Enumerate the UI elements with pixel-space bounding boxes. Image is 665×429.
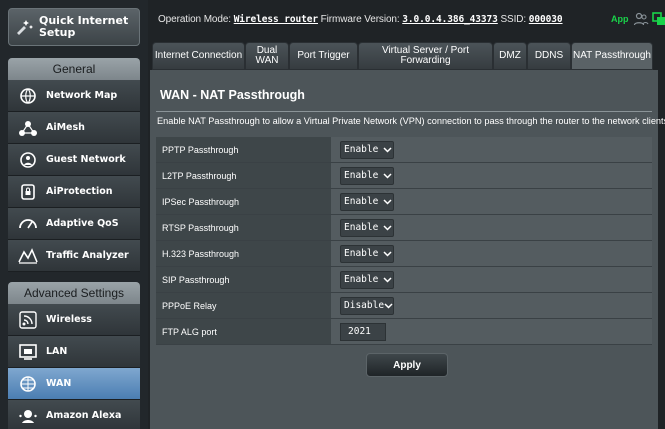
ipsec-passthrough-select[interactable]: Enable bbox=[340, 192, 394, 211]
traffic-analyzer-icon bbox=[16, 244, 40, 268]
sidebar-item-label: Network Map bbox=[46, 90, 118, 101]
sidebar-item-label: LAN bbox=[46, 346, 68, 357]
row-label: FTP ALG port bbox=[156, 319, 331, 344]
tab-dmz[interactable]: DMZ bbox=[493, 42, 527, 70]
quick-setup-label: Quick Internet Setup bbox=[39, 14, 129, 39]
page-description: Enable NAT Passthrough to allow a Virtua… bbox=[157, 116, 665, 126]
tab-internet-connection[interactable]: Internet Connection bbox=[152, 42, 245, 70]
pptp-passthrough-select[interactable]: Enable bbox=[340, 140, 394, 159]
select-value: Enable bbox=[344, 222, 379, 233]
operation-mode-label: Operation Mode: bbox=[158, 14, 231, 25]
sidebar-item-wan[interactable]: WAN bbox=[8, 368, 140, 400]
sip-passthrough-select[interactable]: Enable bbox=[340, 270, 394, 289]
chevron-down-icon bbox=[381, 276, 393, 283]
select-value: Enable bbox=[344, 274, 379, 285]
table-row: RTSP Passthrough Enable bbox=[156, 215, 652, 241]
rtsp-passthrough-select[interactable]: Enable bbox=[340, 218, 394, 237]
table-row: IPSec Passthrough Enable bbox=[156, 189, 652, 215]
chevron-down-icon bbox=[381, 172, 393, 179]
table-row: PPPoE Relay Disable bbox=[156, 293, 652, 319]
tab-virtual-server[interactable]: Virtual Server / Port Forwarding bbox=[358, 42, 493, 70]
ssid-label: SSID: bbox=[500, 14, 527, 25]
sidebar-item-label: WAN bbox=[46, 378, 72, 389]
chevron-down-icon bbox=[381, 146, 393, 153]
ftp-alg-port-input[interactable]: 2021 bbox=[340, 322, 386, 341]
lan-icon bbox=[16, 340, 40, 364]
table-row: FTP ALG port 2021 bbox=[156, 319, 652, 345]
users-icon[interactable] bbox=[633, 11, 649, 27]
sidebar-item-guest-network[interactable]: Guest Network bbox=[8, 144, 140, 176]
sidebar-item-traffic-analyzer[interactable]: Traffic Analyzer bbox=[8, 240, 140, 272]
quick-setup-icon bbox=[13, 12, 37, 42]
table-row: H.323 Passthrough Enable bbox=[156, 241, 652, 267]
operation-mode-link[interactable]: Wireless router bbox=[234, 14, 318, 25]
table-row: SIP Passthrough Enable bbox=[156, 267, 652, 293]
select-value: Enable bbox=[344, 196, 379, 207]
sidebar-item-network-map[interactable]: Network Map bbox=[8, 80, 140, 112]
settings-table: PPTP Passthrough Enable L2TP Passthrough… bbox=[156, 137, 652, 345]
network-map-icon bbox=[16, 84, 40, 108]
aimesh-icon bbox=[16, 116, 40, 140]
chevron-down-icon bbox=[381, 250, 393, 257]
sidebar-item-label: AiMesh bbox=[46, 122, 85, 133]
adaptive-qos-icon bbox=[16, 212, 40, 236]
tab-dual-wan[interactable]: Dual WAN bbox=[245, 42, 289, 70]
sidebar-item-label: Amazon Alexa bbox=[46, 410, 122, 421]
row-label: RTSP Passthrough bbox=[156, 215, 331, 240]
sidebar-item-label: Traffic Analyzer bbox=[46, 250, 129, 261]
select-value: Disable bbox=[344, 300, 385, 311]
row-label: H.323 Passthrough bbox=[156, 241, 331, 266]
row-label: IPSec Passthrough bbox=[156, 189, 331, 214]
ssid-link[interactable]: 000030 bbox=[529, 14, 563, 25]
advanced-settings-header: Advanced Settings bbox=[8, 282, 140, 304]
sidebar-item-aiprotection[interactable]: AiProtection bbox=[8, 176, 140, 208]
sidebar-item-aimesh[interactable]: AiMesh bbox=[8, 112, 140, 144]
sidebar-item-label: Adaptive QoS bbox=[46, 218, 119, 229]
table-row: L2TP Passthrough Enable bbox=[156, 163, 652, 189]
select-value: Enable bbox=[344, 170, 379, 181]
quick-internet-setup-button[interactable]: Quick Internet Setup bbox=[8, 8, 140, 46]
row-label: PPTP Passthrough bbox=[156, 137, 331, 162]
sidebar-item-label: Guest Network bbox=[46, 154, 126, 165]
sidebar-item-label: Wireless bbox=[46, 314, 92, 325]
tab-ddns[interactable]: DDNS bbox=[527, 42, 571, 70]
general-header: General bbox=[8, 58, 140, 80]
wireless-icon bbox=[16, 308, 40, 332]
sidebar: Quick Internet Setup General Network Map… bbox=[0, 0, 148, 429]
pppoe-relay-select[interactable]: Disable bbox=[340, 296, 394, 315]
row-label: L2TP Passthrough bbox=[156, 163, 331, 188]
table-row: PPTP Passthrough Enable bbox=[156, 137, 652, 163]
sidebar-item-lan[interactable]: LAN bbox=[8, 336, 140, 368]
firmware-link[interactable]: 3.0.0.4.386_43373 bbox=[402, 14, 498, 25]
sidebar-item-wireless[interactable]: Wireless bbox=[8, 304, 140, 336]
aiprotection-icon bbox=[16, 180, 40, 204]
chevron-down-icon bbox=[384, 302, 393, 309]
wan-icon bbox=[16, 372, 40, 396]
sidebar-item-adaptive-qos[interactable]: Adaptive QoS bbox=[8, 208, 140, 240]
row-label: PPPoE Relay bbox=[156, 293, 331, 318]
sidebar-item-amazon-alexa[interactable]: Amazon Alexa bbox=[8, 400, 140, 429]
apply-button[interactable]: Apply bbox=[366, 353, 448, 377]
guest-network-icon bbox=[16, 148, 40, 172]
firmware-label: Firmware Version: bbox=[320, 14, 400, 25]
tab-port-trigger[interactable]: Port Trigger bbox=[289, 42, 358, 70]
app-link[interactable]: App bbox=[611, 14, 629, 24]
row-label: SIP Passthrough bbox=[156, 267, 331, 292]
top-status-bar: Operation Mode: Wireless router Firmware… bbox=[148, 0, 665, 40]
chevron-down-icon bbox=[381, 224, 393, 231]
usb-devices-icon[interactable] bbox=[651, 11, 665, 27]
chevron-down-icon bbox=[381, 198, 393, 205]
l2tp-passthrough-select[interactable]: Enable bbox=[340, 166, 394, 185]
title-divider bbox=[156, 111, 652, 112]
select-value: Enable bbox=[344, 144, 379, 155]
tab-nat-passthrough[interactable]: NAT Passthrough bbox=[571, 42, 653, 70]
main-panel: WAN - NAT Passthrough Enable NAT Passthr… bbox=[150, 70, 665, 429]
page-title: WAN - NAT Passthrough bbox=[160, 88, 305, 102]
amazon-alexa-icon bbox=[16, 404, 40, 428]
status-line: Operation Mode: Wireless router Firmware… bbox=[158, 14, 563, 25]
select-value: Enable bbox=[344, 248, 379, 259]
h323-passthrough-select[interactable]: Enable bbox=[340, 244, 394, 263]
sidebar-item-label: AiProtection bbox=[46, 186, 113, 197]
